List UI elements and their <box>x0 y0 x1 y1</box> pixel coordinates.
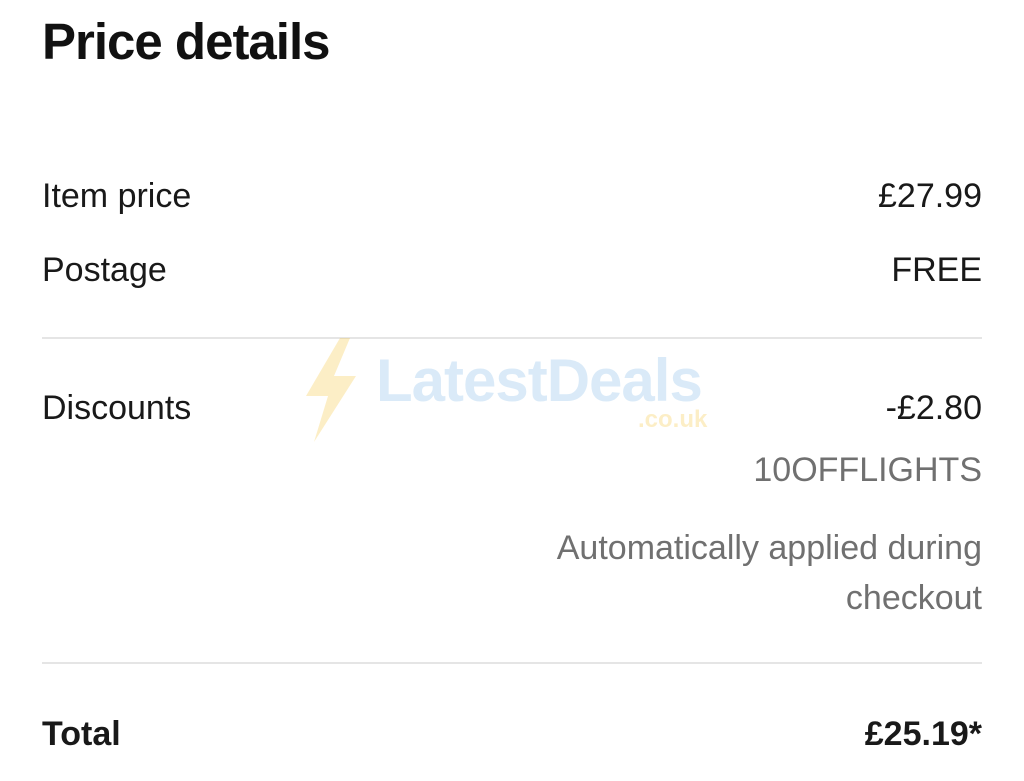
page-title: Price details <box>42 13 330 70</box>
total-label: Total <box>42 715 121 753</box>
item-price-value: £27.99 <box>878 177 982 215</box>
item-price-row: Item price £27.99 <box>42 176 982 217</box>
divider <box>42 662 982 664</box>
total-value: £25.19* <box>864 715 982 753</box>
postage-label: Postage <box>42 251 167 289</box>
discounts-label: Discounts <box>42 389 192 427</box>
postage-value: FREE <box>891 251 982 289</box>
total-row: Total £25.19* <box>42 714 982 755</box>
discount-code: 10OFFLIGHTS <box>753 451 982 489</box>
postage-row: Postage FREE <box>42 250 982 291</box>
discount-note: Automatically applied during checkout <box>556 529 982 617</box>
divider <box>42 337 982 339</box>
item-price-label: Item price <box>42 177 192 215</box>
discounts-row: Discounts -£2.80 <box>42 388 982 429</box>
discounts-value: -£2.80 <box>885 389 982 427</box>
